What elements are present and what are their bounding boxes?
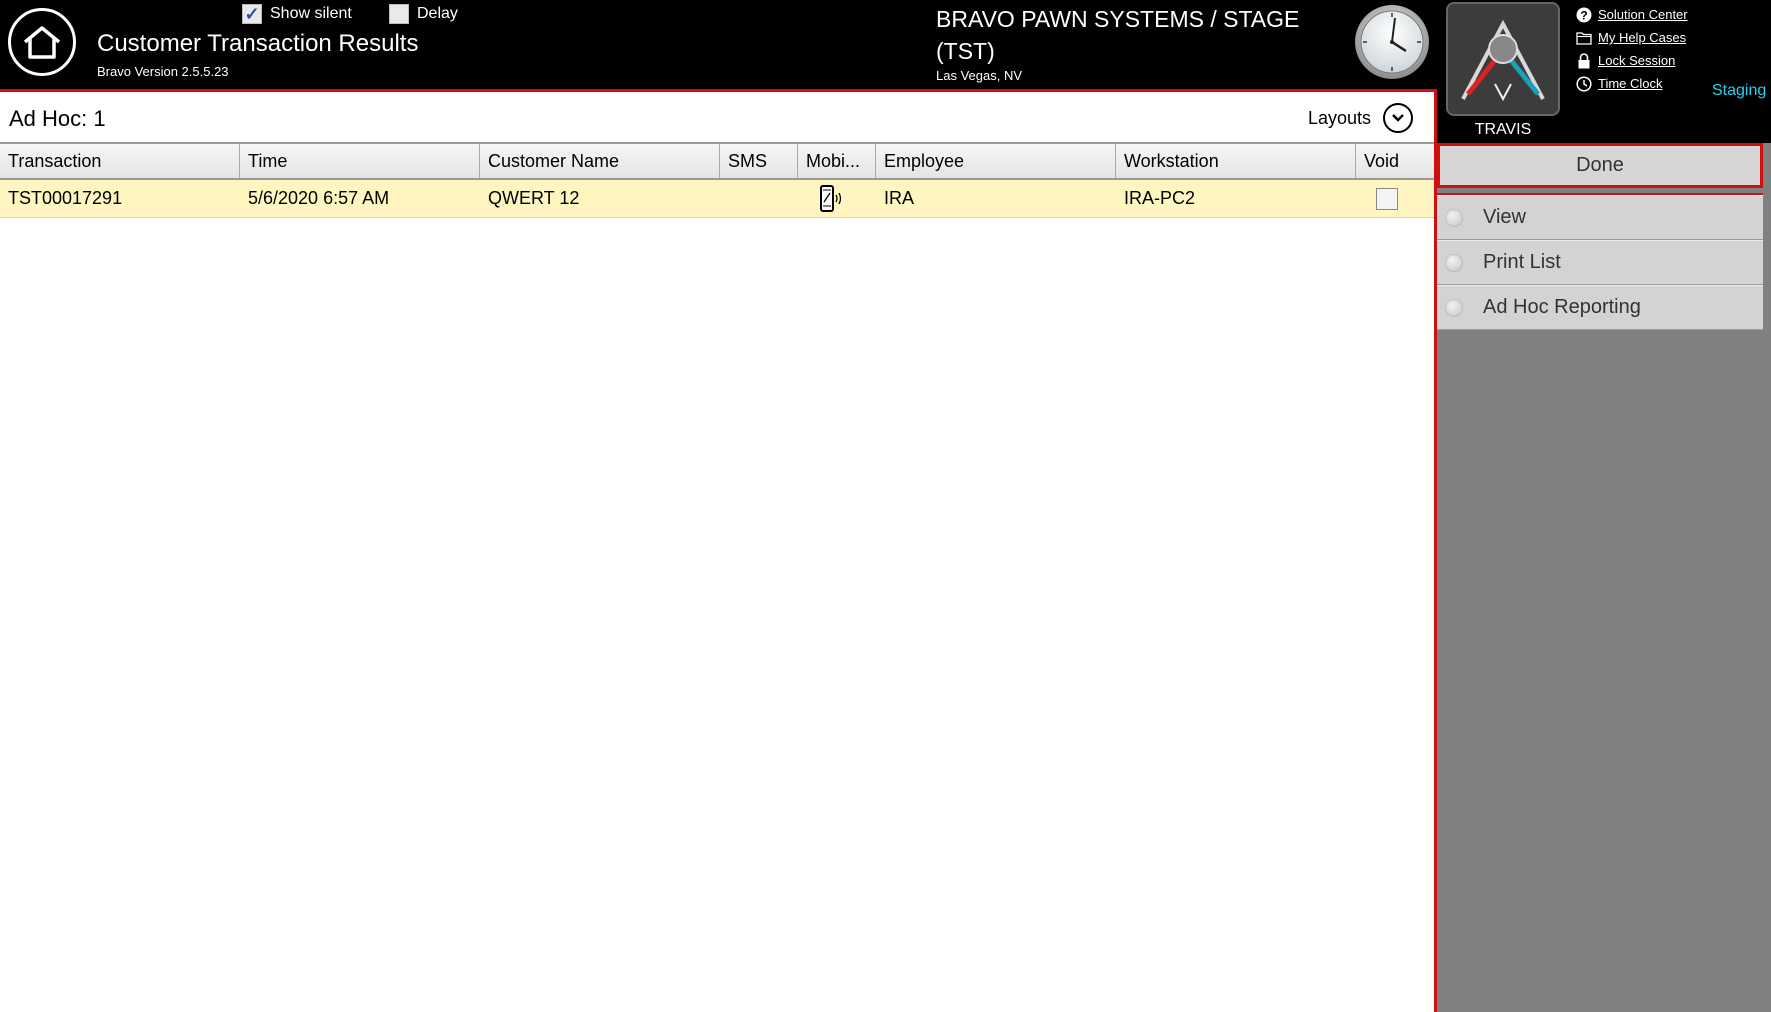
view-button[interactable]: View (1437, 195, 1763, 240)
svg-text:?: ? (1580, 8, 1587, 22)
done-button[interactable]: Done (1437, 143, 1763, 188)
transaction-grid: Transaction Time Customer Name SMS Mobi.… (0, 142, 1434, 218)
solution-center-link[interactable]: ? Solution Center (1576, 3, 1688, 26)
chevron-down-icon[interactable] (1383, 103, 1414, 133)
solution-center-label: Solution Center (1598, 7, 1688, 22)
layouts-label: Layouts (1308, 107, 1372, 128)
lock-icon (1578, 52, 1590, 68)
help-links: ? Solution Center My Help Cases Lock Ses… (1576, 3, 1688, 95)
lock-session-label: Lock Session (1598, 53, 1676, 68)
show-silent-label: Show silent (270, 5, 352, 22)
top-bar: Customer Transaction Results Bravo Versi… (0, 0, 1771, 138)
ad-hoc-reporting-button[interactable]: Ad Hoc Reporting (1437, 285, 1763, 330)
radio-indicator-icon (1445, 298, 1463, 317)
column-header-workstation[interactable]: Workstation (1116, 144, 1356, 178)
mobile-phone-icon (820, 185, 842, 213)
cell-void (1356, 180, 1434, 217)
environment-label: Staging (1712, 82, 1767, 99)
print-list-label: Print List (1483, 251, 1561, 273)
grid-header: Transaction Time Customer Name SMS Mobi.… (0, 142, 1434, 180)
void-checkbox[interactable] (1376, 188, 1398, 211)
show-silent-check-box[interactable]: ✓ (242, 4, 262, 24)
time-clock-link[interactable]: Time Clock (1576, 72, 1688, 95)
home-icon (23, 26, 61, 59)
cell-sms (720, 180, 798, 217)
adhoc-count: Ad Hoc: 1 (9, 106, 106, 131)
cell-time: 5/6/2020 6:57 AM (248, 188, 390, 208)
view-label: View (1483, 206, 1526, 228)
table-row[interactable]: TST00017291 5/6/2020 6:57 AM QWERT 12 IR… (0, 180, 1434, 218)
layouts-dropdown[interactable]: Layouts (1308, 103, 1414, 133)
lock-session-link[interactable]: Lock Session (1576, 49, 1688, 72)
column-header-sms[interactable]: SMS (720, 144, 798, 178)
cell-customer-name: QWERT 12 (488, 188, 580, 208)
column-header-customer-name[interactable]: Customer Name (480, 144, 720, 178)
ad-hoc-reporting-label: Ad Hoc Reporting (1483, 296, 1641, 318)
store-location: Las Vegas, NV (936, 68, 1022, 83)
print-list-button[interactable]: Print List (1437, 240, 1763, 285)
action-menu: View Print List Ad Hoc Reporting (1437, 193, 1763, 330)
delay-label: Delay (417, 5, 458, 22)
my-help-cases-label: My Help Cases (1598, 30, 1687, 45)
version-label: Bravo Version 2.5.5.23 (97, 64, 229, 79)
radio-indicator-icon (1445, 208, 1463, 227)
cell-employee: IRA (884, 188, 915, 208)
column-header-time[interactable]: Time (240, 144, 480, 178)
column-header-employee[interactable]: Employee (876, 144, 1116, 178)
home-button[interactable] (8, 8, 76, 76)
avatar[interactable] (1446, 2, 1560, 116)
time-clock-label: Time Clock (1598, 76, 1663, 91)
cell-mobile (798, 180, 876, 217)
results-panel: Ad Hoc: 1 Layouts Transaction Time Custo… (0, 89, 1437, 1012)
column-header-transaction[interactable]: Transaction (0, 144, 240, 178)
column-header-mobile[interactable]: Mobi... (798, 144, 876, 178)
delay-check-box[interactable] (389, 4, 409, 24)
my-help-cases-link[interactable]: My Help Cases (1576, 26, 1688, 49)
column-header-void[interactable]: Void (1356, 144, 1434, 178)
radio-indicator-icon (1445, 253, 1463, 272)
clock-icon (1576, 75, 1592, 92)
username-label: TRAVIS (1474, 121, 1532, 138)
help-circle-icon: ? (1576, 7, 1592, 22)
cell-workstation: IRA-PC2 (1124, 188, 1196, 208)
delay-checkbox[interactable]: Delay (389, 4, 458, 24)
cell-transaction: TST00017291 (8, 188, 123, 208)
company-name: BRAVO PAWN SYSTEMS / STAGE (TST) (936, 6, 1300, 64)
action-panel: Done View Print List Ad Hoc Reporting (1437, 143, 1771, 1012)
clock-icon (1354, 4, 1430, 85)
page-title: Customer Transaction Results (97, 30, 419, 57)
show-silent-checkbox[interactable]: ✓ Show silent (242, 4, 352, 24)
folder-icon (1576, 31, 1592, 45)
